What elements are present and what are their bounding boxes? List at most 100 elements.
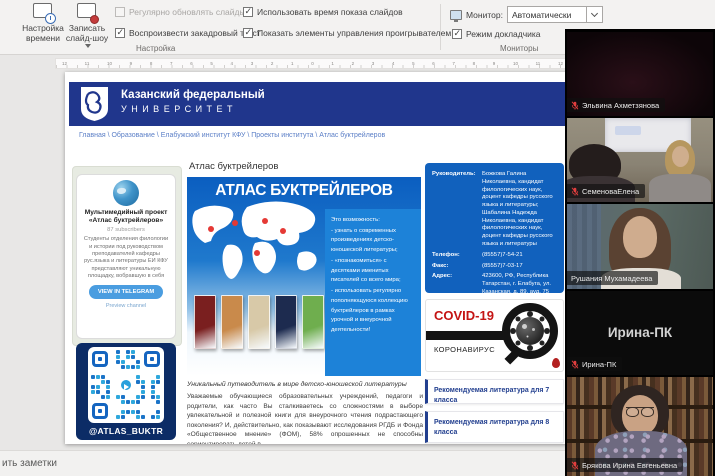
record-slideshow-label: Записать слайд-шоу — [64, 24, 110, 44]
telegram-channel-logo — [113, 180, 139, 206]
virus-icon — [516, 317, 544, 345]
monitor-icon — [450, 10, 462, 20]
person-silhouette — [623, 216, 657, 258]
checkbox-icon — [115, 7, 125, 17]
map-pin-icon — [262, 218, 268, 224]
checkbox-label: Показать элементы управления проигрывате… — [257, 28, 451, 38]
book-cover — [248, 295, 270, 349]
telegram-card[interactable]: Мультимедийный проект «Атлас буктрейлеро… — [76, 174, 176, 339]
checkbox-label: Регулярно обновлять слайды — [129, 7, 246, 17]
slide-canvas[interactable]: Казанский федеральный УНИВЕРСИТЕТ Главна… — [65, 72, 570, 444]
dropdown-caret-icon — [85, 44, 91, 48]
clock-icon — [31, 2, 55, 22]
qr-block: @ATLAS_BUKTR — [76, 343, 176, 440]
checkbox-label: Использовать время показа слайдов — [257, 7, 403, 17]
recommended-literature-7-link[interactable]: Рекомендуемая литература для 7 класса — [425, 379, 564, 404]
mic-muted-icon — [571, 101, 579, 110]
participant-name-badge: Ирина-ПК — [567, 357, 622, 371]
map-pin-icon — [254, 250, 260, 256]
atlas-banner: АТЛАС БУКТРЕЙЛЕРОВ Это возможность:- узн… — [187, 177, 421, 376]
participant-placeholder-name: Ирина-ПК — [567, 325, 713, 340]
qr-code — [88, 347, 164, 423]
participant-tile[interactable]: СеменоваЕлена — [567, 118, 713, 202]
telegram-subscribers: 87 subscribers — [82, 227, 170, 233]
covid-banner[interactable]: COVID-19 КОРОНАВИРУС — [425, 299, 564, 372]
monitor-dropdown-arrow[interactable] — [587, 6, 603, 23]
monitor-row: Монитор: Автоматически — [450, 6, 603, 23]
ruler: 1211109876543210123456789101112 — [55, 58, 570, 69]
participant-tile[interactable]: Эльвина Ахметзянова — [567, 32, 713, 116]
rehearse-timings-label: Настройка времени — [22, 24, 64, 44]
intro-paragraph: Уважаемые обучающиеся образовательных уч… — [187, 392, 423, 444]
book-cover — [194, 295, 216, 349]
checkbox-icon — [115, 28, 125, 38]
person-silhouette — [649, 174, 711, 202]
record-slideshow-button[interactable]: Записать слайд-шоу — [64, 2, 110, 50]
group-label-setup: Настройка — [136, 44, 175, 53]
checkbox-label: Воспроизвести закадровый текст — [129, 28, 261, 38]
checkbox-play-narrations[interactable]: Воспроизвести закадровый текст — [115, 28, 261, 38]
preview-channel-link[interactable]: Preview channel — [82, 303, 170, 309]
checkbox-update-slides[interactable]: Регулярно обновлять слайды — [115, 7, 246, 17]
participant-name-badge: Рушания Мухамадеева — [567, 271, 658, 285]
banner-title: АТЛАС БУКТРЕЙЛЕРОВ — [187, 182, 421, 200]
university-name: Казанский федеральный УНИВЕРСИТЕТ — [121, 89, 265, 114]
qr-finder-icon — [92, 351, 108, 367]
kfu-header-banner: Казанский федеральный УНИВЕРСИТЕТ — [69, 82, 566, 126]
monitor-dropdown[interactable]: Автоматически — [507, 6, 603, 23]
monitor-label: Монитор: — [466, 10, 503, 20]
page-title: Атлас буктрейлеров — [189, 161, 278, 172]
checkbox-label: Режим докладчика — [466, 29, 541, 39]
university-line2: УНИВЕРСИТЕТ — [121, 104, 265, 114]
covid-title: COVID-19 — [434, 308, 494, 323]
participant-name: Брякова Ирина Евгеньевна — [582, 461, 677, 470]
checkbox-media-controls[interactable]: Показать элементы управления проигрывате… — [243, 28, 451, 38]
covid-subtitle: КОРОНАВИРУС — [434, 345, 495, 354]
rehearse-timings-button[interactable]: Настройка времени — [22, 2, 64, 50]
checkbox-icon — [243, 7, 253, 17]
book-cover — [275, 295, 297, 349]
record-icon — [75, 2, 99, 22]
mic-muted-icon — [571, 187, 579, 196]
book-cover — [302, 295, 324, 349]
participant-tile[interactable]: Рушания Мухамадеева — [567, 204, 713, 289]
view-in-telegram-button[interactable]: VIEW IN TELEGRAM — [89, 285, 163, 299]
map-pin-icon — [208, 226, 214, 232]
checkbox-icon — [452, 29, 462, 39]
map-pin-icon — [232, 220, 238, 226]
qr-finder-icon — [92, 403, 108, 419]
checkbox-use-timings[interactable]: Использовать время показа слайдов — [243, 7, 403, 17]
participant-name: СеменоваЕлена — [582, 187, 639, 196]
telegram-description: Студенты отделения филологии и истории п… — [82, 236, 170, 280]
book-cover — [221, 295, 243, 349]
glasses-icon — [626, 407, 654, 415]
mic-muted-icon — [571, 461, 579, 470]
contact-info-rows: Руководитель:Божкова Галина Николаевна, … — [432, 171, 557, 293]
contact-info-box: Руководитель:Божкова Галина Николаевна, … — [425, 163, 564, 293]
notes-bar[interactable]: ить заметки — [0, 450, 565, 476]
participant-name-badge: Эльвина Ахметзянова — [567, 98, 665, 112]
checkbox-icon — [243, 28, 253, 38]
participant-name: Эльвина Ахметзянова — [582, 101, 659, 110]
telegram-plane-icon — [119, 378, 133, 392]
checkbox-presenter-view[interactable]: Режим докладчика — [452, 29, 541, 39]
tagline: Уникальный путеводитель в мире детско-юн… — [187, 381, 407, 388]
university-line1: Казанский федеральный — [121, 89, 265, 101]
book-covers-row — [194, 295, 324, 349]
monitor-dropdown-value: Автоматически — [507, 6, 587, 23]
map-pin-icon — [280, 228, 286, 234]
telegram-handle: @ATLAS_BUKTR — [76, 426, 176, 436]
participant-tile[interactable]: Ирина-ПК Ирина-ПК — [567, 291, 713, 375]
participant-name: Ирина-ПК — [582, 360, 616, 369]
participant-tile[interactable]: Брякова Ирина Евгеньевна — [567, 377, 713, 476]
person-silhouette — [672, 146, 689, 167]
chevron-down-icon — [591, 10, 598, 17]
breadcrumb[interactable]: Главная \ Образование \ Елабужский инсти… — [79, 132, 385, 139]
group-label-monitors: Мониторы — [500, 44, 538, 53]
mic-muted-icon — [571, 360, 579, 369]
telegram-channel-title: Мультимедийный проект «Атлас буктрейлеро… — [82, 209, 170, 225]
ribbon-divider — [440, 4, 441, 50]
world-map — [187, 201, 327, 297]
qr-finder-icon — [144, 351, 160, 367]
recommended-literature-8-link[interactable]: Рекомендуемая литература для 8 класса — [425, 411, 564, 443]
